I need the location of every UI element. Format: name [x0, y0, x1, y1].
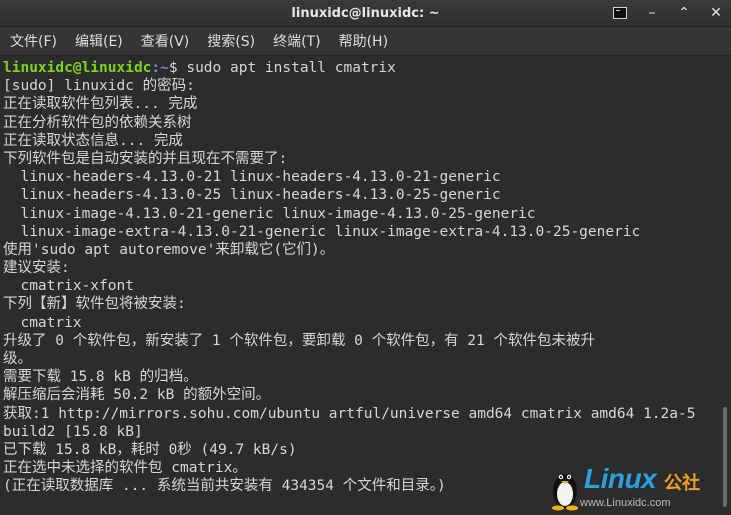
output-line: 升级了 0 个软件包，新安装了 1 个软件包，要卸载 0 个软件包，有 21 个…: [3, 332, 595, 349]
output-line: linux-headers-4.13.0-25 linux-headers-4.…: [3, 187, 501, 204]
menu-file[interactable]: 文件(F): [8, 31, 67, 51]
output-lines: [sudo] linuxidc 的密码: 正在读取软件包列表... 完成 正在分析软…: [3, 77, 720, 495]
output-line: 已下载 15.8 kB，耗时 0秒 (49.7 kB/s): [3, 441, 297, 458]
output-line: 正在分析软件包的依赖关系树: [3, 114, 192, 131]
output-line: 下列【新】软件包将被安装:: [3, 296, 186, 313]
output-line: 获取:1 http://mirrors.sohu.com/ubuntu artf…: [3, 405, 696, 422]
output-line: 级。: [3, 351, 32, 367]
output-line: 建议安装:: [3, 260, 70, 277]
menu-search[interactable]: 搜索(S): [205, 31, 265, 51]
menu-view[interactable]: 查看(V): [139, 31, 200, 51]
terminal-output[interactable]: linuxidc@linuxidc:~$ sudo apt install cm…: [0, 57, 720, 515]
output-line: linux-image-4.13.0-21-generic linux-imag…: [3, 205, 536, 222]
prompt-path: :~: [151, 60, 169, 76]
maximize-icon[interactable]: ⌃: [675, 4, 693, 22]
output-line: [sudo] linuxidc 的密码:: [3, 78, 195, 95]
watermark-url: www.Linuxidc.com: [580, 497, 671, 509]
tux-penguin-icon: [552, 474, 578, 511]
watermark-brand: Linux: [584, 463, 657, 494]
window-controls: – ⌃ ✕: [611, 4, 725, 22]
prompt-user: linuxidc@linuxidc: [3, 60, 152, 76]
menu-terminal[interactable]: 终端(T): [271, 31, 330, 51]
terminal-icon[interactable]: [611, 4, 629, 22]
watermark-cn: 公社: [664, 473, 700, 494]
output-line: 使用'sudo apt autoremove'来卸载它(它们)。: [3, 241, 335, 258]
scrollbar[interactable]: [720, 57, 731, 515]
menu-edit[interactable]: 编辑(E): [73, 31, 133, 51]
watermark-logo: Linux 公社 www.Linuxidc.com: [550, 461, 725, 513]
output-line: linux-headers-4.13.0-21 linux-headers-4.…: [3, 169, 501, 186]
output-line: cmatrix-xfont: [3, 278, 134, 295]
output-line: 正在读取软件包列表... 完成: [3, 96, 198, 113]
output-line: 解压缩后会消耗 50.2 kB 的额外空间。: [3, 387, 271, 404]
output-line: 正在读取状态信息... 完成: [3, 132, 183, 149]
title-bar[interactable]: linuxidc@linuxidc: ~ – ⌃ ✕: [0, 0, 731, 27]
output-line: 需要下载 15.8 kB 的归档。: [3, 369, 198, 386]
output-line: 下列软件包是自动安装的并且现在不需要了:: [3, 150, 288, 167]
prompt-symbol: $: [168, 60, 187, 76]
prompt-command: sudo apt install cmatrix: [186, 60, 396, 76]
close-icon[interactable]: ✕: [707, 4, 725, 22]
output-line: linux-image-extra-4.13.0-21-generic linu…: [3, 223, 641, 240]
output-line: cmatrix: [3, 314, 82, 331]
minimize-icon[interactable]: –: [643, 4, 661, 22]
output-line: build2 [15.8 kB]: [3, 423, 143, 440]
prompt-line: linuxidc@linuxidc:~$ sudo apt install cm…: [3, 59, 720, 77]
menu-help[interactable]: 帮助(H): [337, 31, 398, 51]
menu-bar: 文件(F) 编辑(E) 查看(V) 搜索(S) 终端(T) 帮助(H): [0, 27, 731, 56]
